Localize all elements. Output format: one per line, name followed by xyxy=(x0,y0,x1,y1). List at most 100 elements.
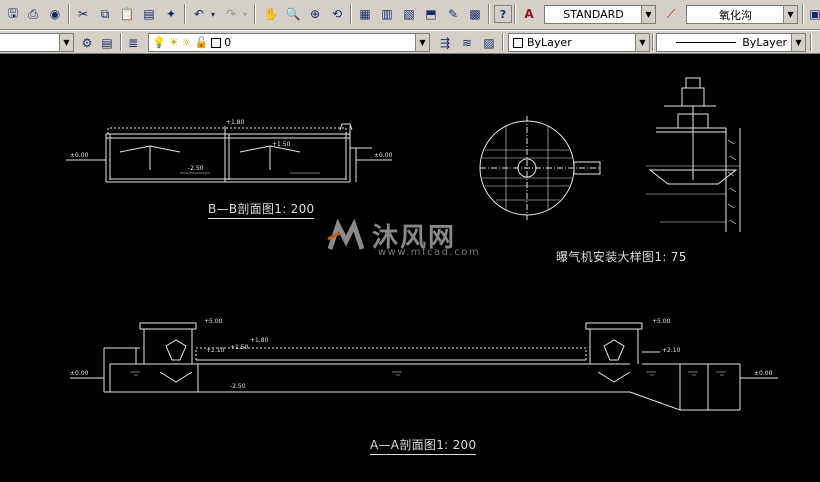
text-style-select[interactable]: STANDARD ▼ xyxy=(544,5,656,24)
aa-elev-top-right: +5.00 xyxy=(652,318,671,325)
text-style-value: STANDARD xyxy=(563,8,624,21)
bb-section-drawing: ±0.00 +1.80 +1.50 -2.50 ±0.00 xyxy=(66,119,393,183)
color-select[interactable]: ByLayer ▼ xyxy=(508,33,650,52)
aa-aerator-left xyxy=(165,339,187,361)
bb-elev-right: ±0.00 xyxy=(374,152,393,159)
undo-dropdown-icon[interactable]: ▾ xyxy=(208,5,218,23)
color-swatch xyxy=(513,37,523,48)
separator xyxy=(652,33,654,51)
chevron-down-icon: ▼ xyxy=(641,6,655,23)
markup-icon[interactable]: ✎ xyxy=(444,5,462,23)
aa-right-slope xyxy=(629,391,740,411)
tool-palettes-icon[interactable]: ▧ xyxy=(400,5,418,23)
print-icon[interactable]: ⎙ xyxy=(24,5,42,23)
workspace-select[interactable]: ▼ xyxy=(0,33,74,52)
aa-water-mark-4 xyxy=(688,371,698,376)
cut-icon[interactable]: ✂ xyxy=(74,5,92,23)
caption-aa-section: A—A剖面图1: 200 xyxy=(370,436,477,455)
design-center-icon[interactable]: ▥ xyxy=(378,5,396,23)
redo-icon[interactable]: ↷ xyxy=(222,5,240,23)
dim-style-icon[interactable]: ⟋ xyxy=(662,5,680,23)
separator xyxy=(184,4,186,24)
aa-impeller-left xyxy=(159,371,193,383)
aa-railing xyxy=(195,347,587,360)
layers-toolbar: ▼ ⚙ ▤ ≣ 💡 ☀ ☼ 🔓 0 ▼ ⇶ ≋ ▨ ByLayer ▼ ByLa… xyxy=(0,30,820,54)
caption-aerator-detail: 曝气机安装大样图1: 75 xyxy=(556,250,687,264)
linetype-preview xyxy=(676,42,737,43)
help-icon[interactable]: ? xyxy=(494,5,512,23)
separator xyxy=(254,4,256,24)
copy-icon[interactable]: ⧉ xyxy=(96,5,114,23)
workspace-settings-icon[interactable]: ⚙ xyxy=(78,34,96,52)
bb-elev-top: +1.80 xyxy=(226,119,245,126)
color-value: ByLayer xyxy=(527,36,572,49)
bb-elev-left: ±0.00 xyxy=(70,152,89,159)
zoom-previous-icon[interactable]: ⟲ xyxy=(328,5,346,23)
pan-icon[interactable]: ✋ xyxy=(262,5,280,23)
properties-icon[interactable]: ▦ xyxy=(356,5,374,23)
drawing-svg: ±0.00 +1.80 +1.50 -2.50 ±0.00 +5.00 +5.0… xyxy=(66,77,778,411)
aa-elev-top-left: +5.00 xyxy=(204,318,223,325)
table-style-icon[interactable]: ▣ xyxy=(806,5,820,23)
linetype-value: ByLayer xyxy=(742,36,787,49)
detail-motor xyxy=(681,87,705,107)
layer-name: 0 xyxy=(224,36,232,49)
text-style-icon[interactable]: A xyxy=(520,5,538,23)
aerator-plan-drawing xyxy=(479,116,601,220)
watermark-logo-icon xyxy=(327,218,365,250)
dim-style-select[interactable]: 氧化沟 ▼ xyxy=(686,5,798,24)
aa-elev-c: +2.10 xyxy=(206,347,225,354)
chevron-down-icon: ▼ xyxy=(635,34,649,51)
aa-section-drawing: +5.00 +5.00 +1.50 +1.80 +2.10 +2.10 ±0.0… xyxy=(70,318,778,411)
watermark-url: www.mfcad.com xyxy=(378,247,481,258)
layer-states-icon[interactable]: ▨ xyxy=(480,34,498,52)
detail-motor-top xyxy=(685,77,701,89)
aa-stair-rail xyxy=(116,347,137,364)
aa-water-mark-5 xyxy=(716,371,726,376)
paste-icon[interactable]: 📋 xyxy=(118,5,136,23)
bb-elev-water: -2.50 xyxy=(188,165,204,172)
match-properties-icon[interactable]: ▤ xyxy=(140,5,158,23)
aa-canopy-left xyxy=(139,322,197,330)
block-editor-icon[interactable]: ✦ xyxy=(162,5,180,23)
undo-icon[interactable]: ↶ xyxy=(190,5,208,23)
separator xyxy=(810,33,812,51)
aa-impeller-right xyxy=(597,371,631,383)
bb-elev-mid: +1.50 xyxy=(272,141,291,148)
publish-icon[interactable]: ◉ xyxy=(46,5,64,23)
drawing-canvas[interactable]: ±0.00 +1.80 +1.50 -2.50 ±0.00 +5.00 +5.0… xyxy=(0,54,820,482)
chevron-down-icon: ▼ xyxy=(59,34,73,51)
calculator-icon[interactable]: ▩ xyxy=(466,5,484,23)
layer-select[interactable]: 💡 ☀ ☼ 🔓 0 ▼ xyxy=(148,33,430,52)
make-current-icon[interactable]: ⇶ xyxy=(436,34,454,52)
aa-elev-bottom: -2.50 xyxy=(230,383,246,390)
aa-elev-b: +1.80 xyxy=(250,337,269,344)
layer-color-swatch xyxy=(211,37,222,48)
layer-properties-icon[interactable]: ≣ xyxy=(124,34,142,52)
chevron-down-icon: ▼ xyxy=(783,6,797,23)
separator xyxy=(488,4,490,24)
zoom-window-icon[interactable]: ⊕ xyxy=(306,5,324,23)
aa-elev-a: +1.50 xyxy=(230,344,249,351)
aa-water-mark-3 xyxy=(646,371,656,376)
layer-previous-icon[interactable]: ≋ xyxy=(458,34,476,52)
aa-elev-d: +2.10 xyxy=(662,347,681,354)
layer-viewport-icon: ☼ xyxy=(181,36,192,49)
caption-bb-section: B—B剖面图1: 200 xyxy=(208,200,315,219)
bb-railing xyxy=(107,127,347,134)
detail-wall-hatch xyxy=(727,139,737,225)
separator xyxy=(502,33,504,51)
redo-dropdown-icon[interactable]: ▾ xyxy=(240,5,250,23)
layer-manager-icon[interactable]: ▤ xyxy=(98,34,116,52)
aa-water-mark-1 xyxy=(130,371,140,376)
save-icon[interactable]: 🖫 xyxy=(4,5,22,23)
layer-thaw-icon: ☀ xyxy=(168,36,179,49)
separator xyxy=(68,4,70,24)
sheet-set-icon[interactable]: ⬒ xyxy=(422,5,440,23)
aa-elev-right: ±0.00 xyxy=(754,370,773,377)
aa-elev-left: ±0.00 xyxy=(70,370,89,377)
layer-on-icon: 💡 xyxy=(152,36,166,49)
aa-aerator-right xyxy=(603,339,625,361)
linetype-select[interactable]: ByLayer ▼ xyxy=(656,33,806,52)
zoom-realtime-icon[interactable]: 🔍 xyxy=(284,5,302,23)
